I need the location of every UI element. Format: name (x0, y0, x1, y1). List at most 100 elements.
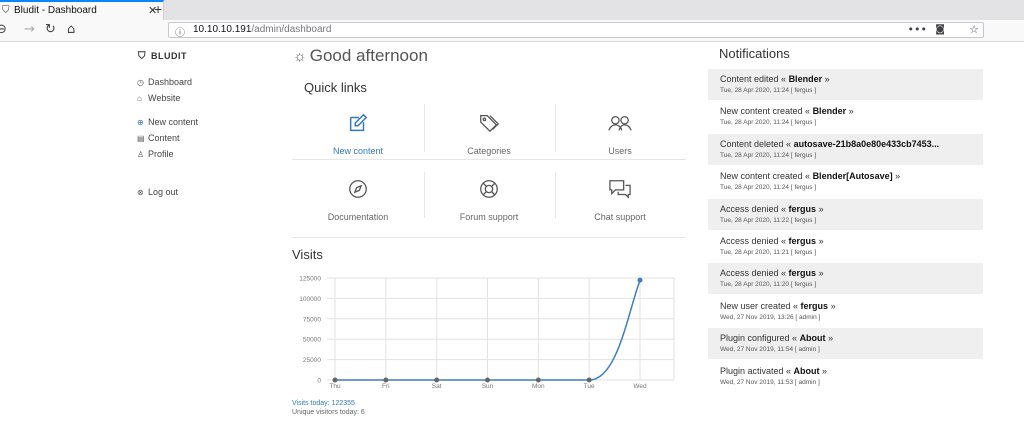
y-tick-label: 25000 (303, 357, 321, 364)
notification-suffix: » (819, 365, 828, 376)
bookmark-star-icon[interactable]: ☆ (969, 23, 979, 36)
page-actions-icon[interactable]: ••• (908, 23, 927, 36)
person-icon: ♙ (137, 150, 145, 159)
notification-subject: fergus (788, 268, 817, 279)
quick-link-forum-support[interactable]: Forum support (424, 178, 554, 238)
data-point (434, 377, 440, 383)
quick-link-chat-support[interactable]: Chat support (555, 178, 685, 238)
notification-subject: About (799, 333, 826, 344)
data-point (586, 377, 592, 383)
notification-meta: Wed, 27 Nov 2019, 11:53 [ admin ] (720, 378, 820, 386)
notification-item: Plugin configured « About » Wed, 27 Nov 2… (708, 328, 983, 360)
notification-item: Content edited « Blender » Tue, 28 Apr 20… (708, 69, 983, 100)
notification-item: Plugin activated « About » Wed, 27 Nov 20… (708, 361, 983, 392)
brand[interactable]: ⛉ BLUDIT (138, 51, 187, 62)
quick-link-new-content[interactable]: New content (293, 112, 423, 172)
quick-link-label: New content (332, 146, 384, 156)
visits-chart: 0 25000 50000 75000 100000 125000 Thu Fri Sat Sun… (299, 276, 675, 390)
pocket-icon[interactable]: ◙ (935, 24, 945, 35)
browser-nav-bar: ⊖ → ↻ ⌂ ⓘ 10.10.10.191/admin/dashboard •… (0, 20, 1024, 42)
sidebar-item-profile[interactable]: ♙ Profile (137, 149, 174, 159)
quick-link-categories[interactable]: Categories (424, 112, 554, 172)
compass-icon (349, 180, 367, 198)
notification-meta: Tue, 28 Apr 2020, 11:24 [ fergus ] (720, 184, 817, 192)
notification-meta: Tue, 28 Apr 2020, 11:21 [ fergus ] (720, 249, 817, 256)
y-tick-label: 125000 (299, 276, 321, 283)
notification-subject: fergus (800, 300, 829, 311)
url-bar[interactable]: ⓘ 10.10.10.191/admin/dashboard ••• ◙ ☆ (168, 22, 984, 39)
x-tick-label: Sat (432, 383, 442, 390)
home-icon: ⌂ (137, 94, 142, 103)
notification-suffix: » (892, 171, 901, 182)
logout-icon: ⊗ (137, 188, 144, 197)
sidebar-item-content[interactable]: ▤ Content (137, 133, 180, 143)
pencil-square-icon (349, 113, 368, 132)
quick-link-label: Categories (467, 146, 511, 156)
x-tick-label: Thu (329, 383, 341, 390)
notification-item: New content created « Blender » Tue, 28 A… (708, 101, 983, 132)
notifications-title: Notifications (719, 46, 790, 61)
forward-icon[interactable]: → (24, 22, 35, 37)
sidebar-item-logout[interactable]: ⊗ Log out (137, 187, 178, 197)
notification-suffix: » (846, 106, 854, 117)
notification-meta: Tue, 28 Apr 2020, 11:20 [ fergus ] (720, 281, 817, 289)
sidebar-item-website[interactable]: ⌂ Website (137, 93, 180, 103)
notification-suffix: » (816, 203, 824, 214)
data-point (485, 377, 490, 383)
reload-icon[interactable]: ↻ (45, 22, 56, 37)
notification-item: Content deleted « autosave-21b8a0e80e433… (708, 133, 983, 165)
url-host: 10.10.10.191 (193, 24, 252, 35)
notification-prefix: Access denied « (720, 268, 789, 279)
notification-message: Plugin configured « About » (720, 333, 975, 343)
bludit-logo-icon: ⛉ (138, 51, 146, 62)
brand-name: BLUDIT (151, 51, 187, 61)
notification-meta: Tue, 28 Apr 2020, 11:22 [ fergus ] (720, 216, 817, 224)
sidebar-item-label: Profile (148, 149, 174, 159)
sidebar-item-label: Content (148, 133, 180, 143)
sidebar-item-label: Website (148, 93, 181, 103)
quick-link-users[interactable]: Users (555, 112, 685, 172)
notification-subject: About (793, 365, 820, 376)
notification-subject: Blender (788, 74, 823, 84)
notification-message: New content created « Blender » (720, 106, 975, 116)
notification-subject: Blender (812, 106, 847, 117)
info-icon[interactable]: ⓘ (175, 24, 185, 39)
y-tick-label: 75000 (303, 316, 321, 323)
notification-prefix: Access denied « (720, 203, 789, 214)
notification-item: Access denied « fergus » Tue, 28 Apr 2020… (708, 263, 983, 295)
notification-item: Access denied « fergus » Tue, 28 Apr 2020… (708, 231, 983, 262)
quick-links-title: Quick links (304, 80, 367, 95)
quick-link-documentation[interactable]: Documentation (293, 178, 423, 238)
notification-message: Content deleted « autosave-21b8a0e80e433… (720, 139, 975, 149)
data-point (535, 377, 541, 383)
quick-link-label: Users (608, 146, 632, 156)
notification-subject: Blender[Autosave] (812, 171, 893, 182)
notification-message: New user created « fergus » (720, 301, 975, 311)
visits-title: Visits (292, 247, 323, 262)
tags-icon (480, 115, 500, 133)
notification-meta: Wed, 27 Nov 2019, 11:54 [ admin ] (720, 346, 820, 354)
notification-subject: fergus (788, 236, 817, 246)
url-path: /admin/dashboard (251, 24, 332, 35)
notification-prefix: Access denied « (720, 236, 789, 246)
notification-subject: fergus (788, 203, 817, 214)
y-tick-label: 0 (317, 378, 321, 385)
data-point (637, 277, 643, 283)
notification-message: Access denied « fergus » (720, 236, 975, 246)
back-icon[interactable]: ⊖ (0, 22, 7, 37)
notification-suffix: » (822, 74, 830, 84)
notification-meta: Tue, 28 Apr 2020, 11:24 [ fergus ] (720, 119, 817, 127)
sidebar-item-new-content[interactable]: ⊕ New content (137, 117, 198, 127)
home-icon[interactable]: ⌂ (67, 22, 75, 37)
notification-message: Access denied « fergus » (720, 268, 975, 278)
notification-prefix: Plugin activated « (720, 365, 794, 376)
new-tab-icon[interactable]: + (154, 1, 162, 17)
browser-tab[interactable]: ⛉ Bludit - Dashboard ✕ (0, 0, 164, 20)
notification-suffix: » (816, 268, 824, 279)
notification-item: New user created « fergus » Wed, 27 Nov 2… (708, 296, 983, 327)
quick-link-label: Forum support (459, 212, 519, 222)
url-text[interactable]: 10.10.10.191/admin/dashboard (193, 24, 331, 35)
lifebuoy-icon (480, 180, 498, 198)
bludit-favicon-icon: ⛉ (2, 5, 10, 16)
sidebar-item-dashboard[interactable]: ◷ Dashboard (137, 77, 192, 87)
